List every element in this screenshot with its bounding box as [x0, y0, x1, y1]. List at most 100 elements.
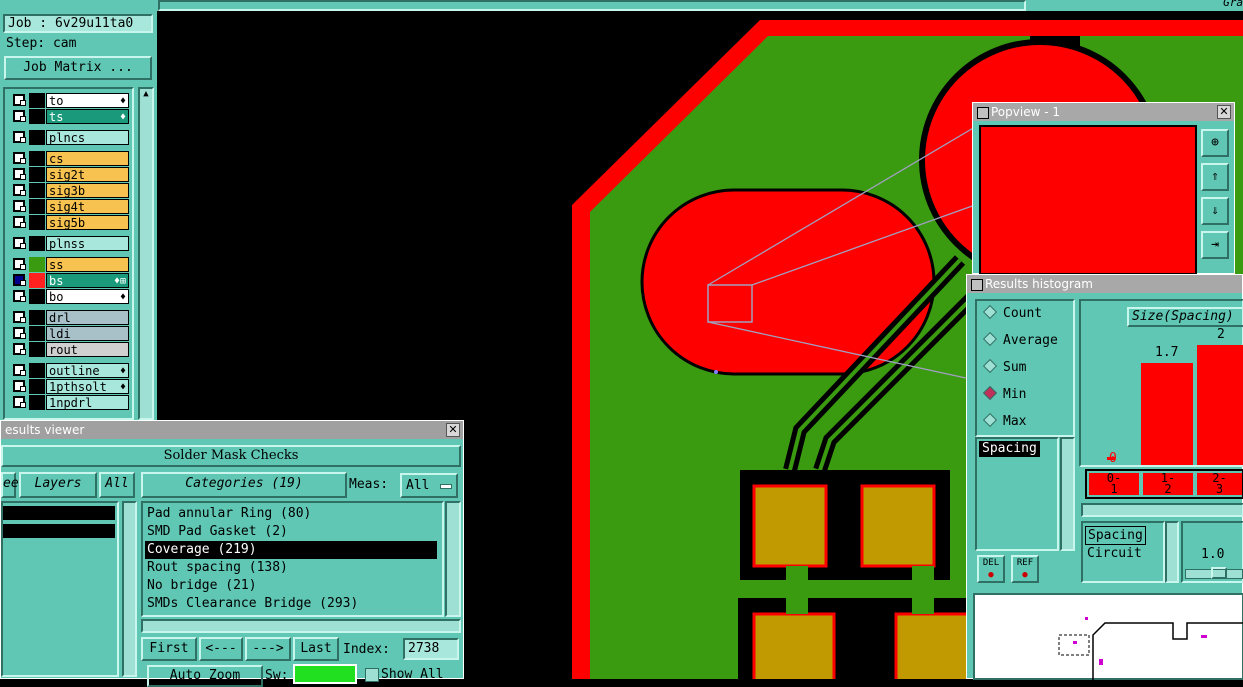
layer-name[interactable]: plncs: [46, 130, 129, 145]
layer-row-plnss[interactable]: plnss: [11, 236, 129, 251]
layer-checkbox[interactable]: [13, 184, 26, 196]
layer-name[interactable]: rout: [46, 342, 129, 357]
close-icon[interactable]: ✕: [446, 423, 460, 437]
layer-checkbox[interactable]: [13, 110, 26, 122]
layer-color-swatch[interactable]: [29, 289, 45, 304]
layer-row-sig3b[interactable]: sig3b: [11, 183, 129, 198]
first-button[interactable]: First: [141, 637, 197, 661]
layer-checkbox[interactable]: [13, 131, 26, 143]
layer-name[interactable]: drl: [46, 310, 129, 325]
overview-map[interactable]: [973, 593, 1243, 682]
layer-name[interactable]: ldi: [46, 326, 129, 341]
layer-checkbox[interactable]: [13, 396, 26, 408]
fit-icon[interactable]: ⇥: [1201, 231, 1229, 259]
bin-label[interactable]: 1- 2: [1143, 472, 1193, 495]
layer-color-swatch[interactable]: [29, 215, 45, 230]
layer-row-cs[interactable]: cs: [11, 151, 129, 166]
layers-scrollbar[interactable]: [122, 501, 137, 677]
layer-row-bs[interactable]: bs ♦⊞: [11, 273, 129, 288]
popview-canvas[interactable]: [979, 125, 1197, 275]
move-down-icon[interactable]: ⇓: [1201, 197, 1229, 225]
layer-color-swatch[interactable]: [29, 151, 45, 166]
categories-button[interactable]: Categories (19): [141, 472, 347, 498]
threshold-slider[interactable]: 1.0: [1181, 521, 1243, 583]
layer-color-swatch[interactable]: [29, 363, 45, 378]
layer-row-sig5b[interactable]: sig5b: [11, 215, 129, 230]
layer-name[interactable]: bs ♦⊞: [46, 273, 129, 288]
categories-hscrollbar[interactable]: [141, 619, 461, 633]
category-item[interactable]: SMDs Clearance Bridge (293): [147, 595, 358, 613]
attribute-list[interactable]: Spacing: [975, 437, 1059, 551]
layer-name[interactable]: sig5b: [46, 215, 129, 230]
layer-color-swatch[interactable]: [29, 342, 45, 357]
filter-scrollbar[interactable]: [1165, 521, 1179, 583]
category-item[interactable]: No bridge (21): [147, 577, 257, 595]
category-item[interactable]: Coverage (219): [145, 541, 437, 559]
layer-color-swatch[interactable]: [29, 257, 45, 272]
layer-checkbox[interactable]: [13, 311, 26, 323]
category-item[interactable]: SMD Pad Gasket (2): [147, 523, 288, 541]
layer-row-ts[interactable]: ts ♦: [11, 109, 129, 124]
layer-checkbox[interactable]: [13, 343, 26, 355]
ref-button[interactable]: REF ●: [1011, 555, 1039, 583]
layer-name[interactable]: sig3b: [46, 183, 129, 198]
meas-dropdown[interactable]: All: [400, 473, 458, 498]
layer-list-scrollbar[interactable]: ▲: [138, 87, 154, 420]
attribute-scrollbar[interactable]: [1060, 437, 1075, 551]
categories-scrollbar[interactable]: [445, 501, 461, 617]
histogram-chart[interactable]: Size(Spacing) 0 1.7 2: [1079, 299, 1243, 467]
layer-color-swatch[interactable]: [29, 167, 45, 182]
layer-row-ldi[interactable]: ldi: [11, 326, 129, 341]
layer-checkbox[interactable]: [13, 152, 26, 164]
filter-item[interactable]: Spacing: [1085, 526, 1146, 545]
layer-checkbox[interactable]: [13, 327, 26, 339]
layer-checkbox[interactable]: [13, 237, 26, 249]
layer-checkbox[interactable]: [13, 290, 26, 302]
zoom-in-icon[interactable]: ⊕: [1201, 129, 1229, 157]
layer-row-to[interactable]: to ♦: [11, 93, 129, 108]
layer-row-bo[interactable]: bo ♦: [11, 289, 129, 304]
layer-color-swatch[interactable]: [29, 379, 45, 394]
histogram-bar[interactable]: [1197, 345, 1243, 465]
layer-name[interactable]: plnss: [46, 236, 129, 251]
layer-color-swatch[interactable]: [29, 109, 45, 124]
layer-name[interactable]: outline ♦: [46, 363, 129, 378]
layers-list[interactable]: [1, 501, 119, 677]
layer-row-ss[interactable]: ss: [11, 257, 129, 272]
layer-name[interactable]: cs: [46, 151, 129, 166]
layer-name[interactable]: ss: [46, 257, 129, 272]
histogram-titlebar[interactable]: Results histogram: [967, 275, 1242, 293]
del-button[interactable]: DEL ●: [977, 555, 1005, 583]
layer-name[interactable]: to ♦: [46, 93, 129, 108]
mode-radio-min[interactable]: Min: [982, 382, 1026, 408]
layer-checkbox[interactable]: [13, 216, 26, 228]
layer-checkbox[interactable]: [13, 364, 26, 376]
attribute-item[interactable]: Spacing: [979, 441, 1040, 457]
popview-titlebar[interactable]: Popview - 1 ✕: [973, 103, 1234, 121]
layer-color-swatch[interactable]: [29, 130, 45, 145]
layer-list[interactable]: to ♦ ts ♦ plncs cs sig2t sig3b sig4t sig5b plnss ss…: [3, 87, 134, 420]
bin-label[interactable]: 0- 1: [1089, 472, 1139, 495]
left-partial-button[interactable]: ee: [1, 472, 19, 498]
mode-radio-sum[interactable]: Sum: [982, 355, 1026, 381]
layer-row-sig2t[interactable]: sig2t: [11, 167, 129, 182]
layer-checkbox[interactable]: [13, 200, 26, 212]
layer-name[interactable]: 1pthsolt ♦: [46, 379, 129, 394]
next-button[interactable]: --->: [245, 637, 291, 661]
results-viewer-titlebar[interactable]: esults viewer ✕: [1, 421, 463, 439]
close-icon[interactable]: ✕: [1217, 105, 1231, 119]
layer-row-plncs[interactable]: plncs: [11, 130, 129, 145]
layer-name[interactable]: sig4t: [46, 199, 129, 214]
last-button[interactable]: Last: [293, 637, 339, 661]
histogram-hscrollbar[interactable]: [1081, 503, 1243, 517]
mode-radio-count[interactable]: Count: [982, 301, 1042, 327]
layer-checkbox[interactable]: [13, 380, 26, 392]
histogram-bar[interactable]: [1141, 363, 1193, 465]
layer-name[interactable]: 1npdrl: [46, 395, 129, 410]
layer-name[interactable]: ts ♦: [46, 109, 129, 124]
mode-radio-max[interactable]: Max: [982, 409, 1026, 435]
layer-color-swatch[interactable]: [29, 395, 45, 410]
filter-list[interactable]: Spacing Circuit: [1081, 521, 1165, 583]
layer-row-1npdrl[interactable]: 1npdrl: [11, 395, 129, 410]
layer-checkbox[interactable]: [13, 274, 26, 286]
